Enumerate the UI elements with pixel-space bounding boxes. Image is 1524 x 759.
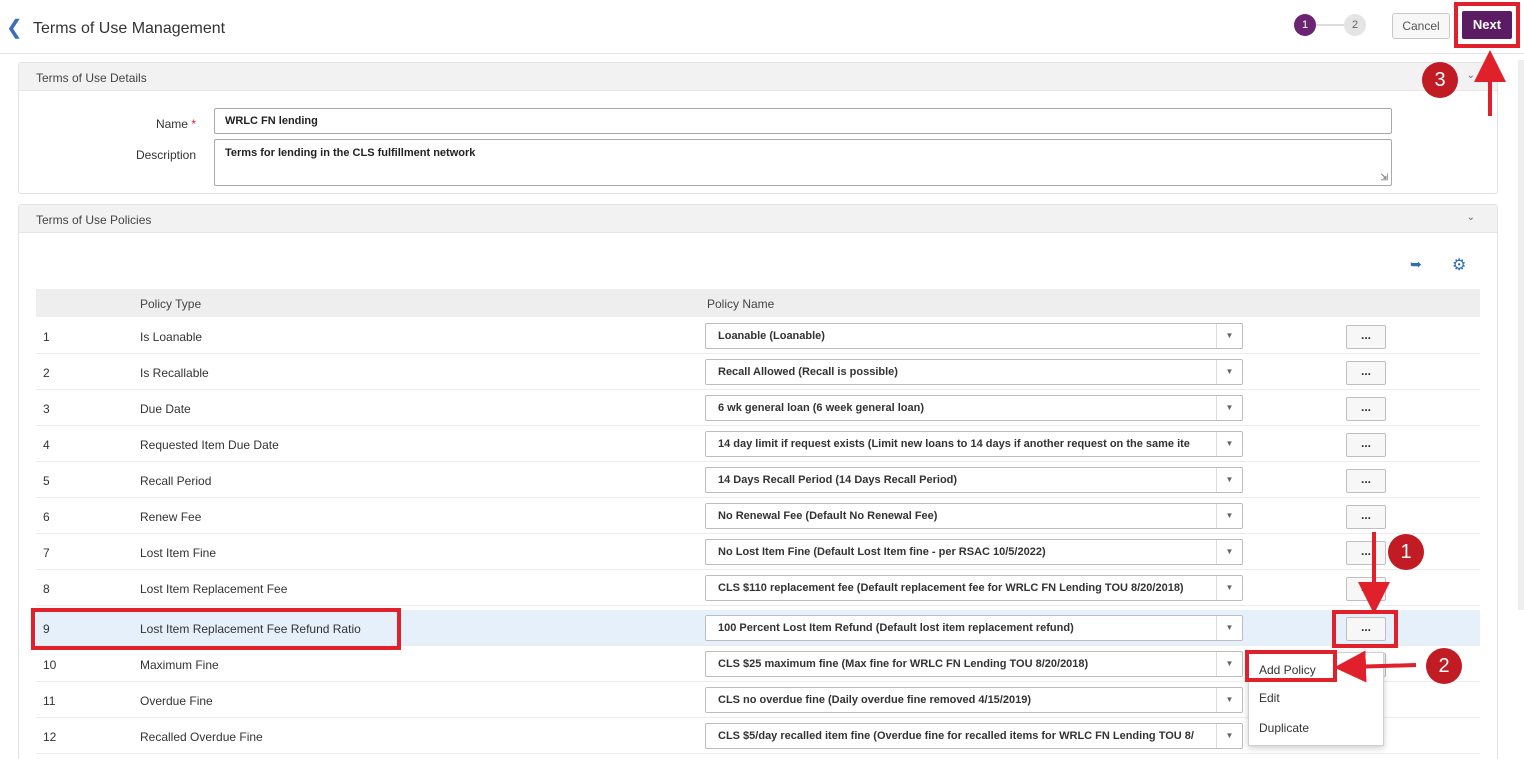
arrow-2 <box>1334 650 1417 683</box>
annotation-badge-2: 2 <box>1426 648 1462 684</box>
annotation-badge-3: 3 <box>1422 62 1458 98</box>
annotation-badge-1: 1 <box>1388 534 1424 570</box>
scrollbar[interactable] <box>1518 60 1524 610</box>
annotation-arrows <box>1334 50 1506 683</box>
